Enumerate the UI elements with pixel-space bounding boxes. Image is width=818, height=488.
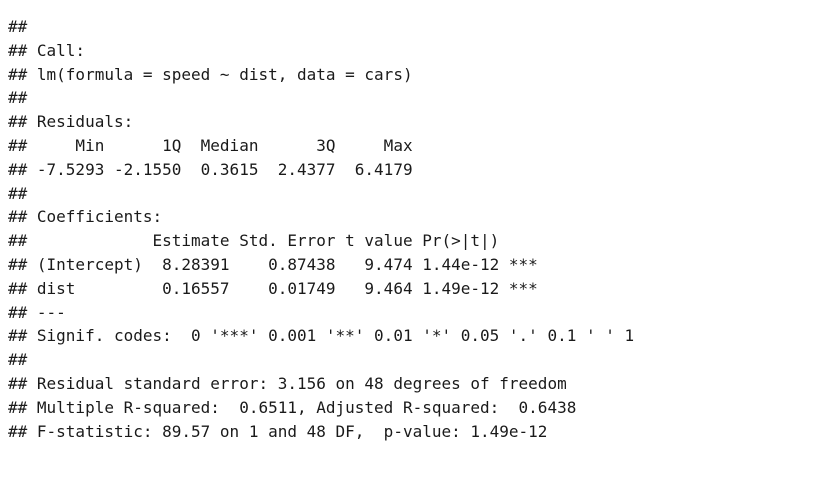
f-statistic-summary: ## F-statistic: 89.57 on 1 and 48 DF, p-…: [8, 421, 548, 441]
coefficients-header: ## Coefficients:: [8, 207, 163, 227]
residuals-column-labels: ## Min 1Q Median 3Q Max: [8, 135, 413, 155]
coefficient-row-dist: ## dist 0.16557 0.01749 9.464 1.49e-12 *…: [8, 278, 538, 298]
signif-codes-legend: ## Signif. codes: 0 '***' 0.001 '**' 0.0…: [8, 326, 635, 346]
r-squared-summary: ## Multiple R-squared: 0.6511, Adjusted …: [8, 397, 577, 417]
call-header: ## Call:: [8, 40, 86, 60]
coefficient-row-intercept: ## (Intercept) 8.28391 0.87438 9.474 1.4…: [8, 254, 538, 274]
output-line-blank: ##: [8, 17, 28, 36]
residuals-header: ## Residuals:: [8, 112, 134, 132]
call-formula: ## lm(formula = speed ~ dist, data = car…: [8, 64, 413, 84]
output-line-blank: ##: [8, 183, 28, 203]
output-line-blank: ##: [8, 88, 28, 108]
residual-standard-error: ## Residual standard error: 3.156 on 48 …: [8, 373, 567, 393]
r-console-output: ## ## Call: ## lm(formula = speed ~ dist, …: [8, 15, 634, 443]
residuals-values: ## -7.5293 -2.1550 0.3615 2.4377 6.4179: [8, 159, 413, 179]
separator-line: ## ---: [8, 302, 66, 322]
output-line-blank: ##: [8, 350, 28, 370]
coefficients-column-labels: ## Estimate Std. Error t value Pr(>|t|): [8, 231, 500, 251]
